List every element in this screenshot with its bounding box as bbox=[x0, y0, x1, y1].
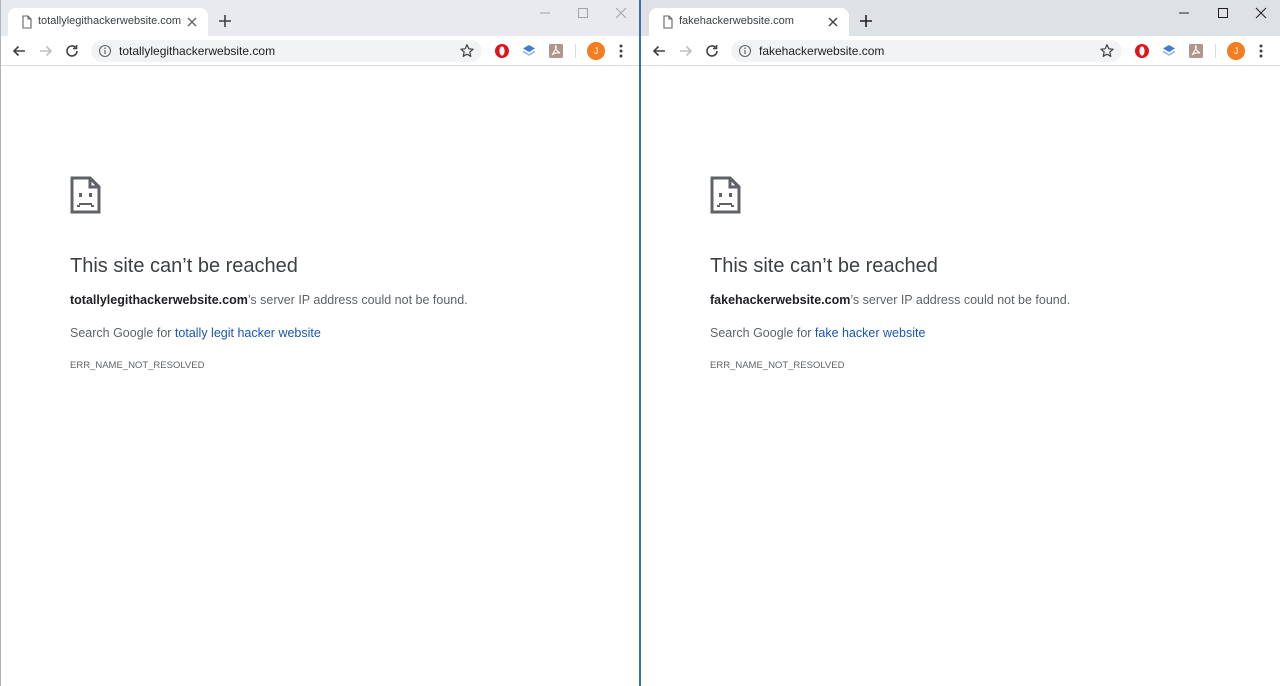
error-host: totallylegithackerwebsite.com bbox=[70, 293, 248, 307]
search-prefix: Search Google for bbox=[710, 326, 815, 340]
tab-title: totallylegithackerwebsite.com bbox=[38, 15, 182, 27]
address-bar[interactable]: fakehackerwebsite.com bbox=[731, 40, 1122, 62]
opera-extension-icon[interactable] bbox=[493, 42, 511, 60]
url-text[interactable]: totallylegithackerwebsite.com bbox=[119, 44, 275, 58]
info-icon[interactable] bbox=[738, 44, 752, 58]
tab-strip: totallylegithackerwebsite.com bbox=[0, 0, 639, 36]
reload-icon[interactable] bbox=[63, 42, 81, 60]
error-message-suffix: ’s server IP address could not be found. bbox=[247, 293, 468, 307]
tab-strip: fakehackerwebsite.com bbox=[641, 0, 1280, 36]
sad-page-icon bbox=[710, 176, 741, 214]
back-arrow-icon[interactable] bbox=[650, 42, 668, 60]
error-host: fakehackerwebsite.com bbox=[710, 293, 851, 307]
error-message: fakehackerwebsite.com’s server IP addres… bbox=[710, 293, 1070, 307]
toolbar: fakehackerwebsite.com J bbox=[641, 36, 1280, 66]
close-icon bbox=[1255, 7, 1267, 19]
more-vert-icon[interactable] bbox=[1253, 42, 1269, 60]
back-arrow-icon[interactable] bbox=[10, 42, 28, 60]
sad-page-icon bbox=[70, 176, 101, 214]
minimize-icon bbox=[1179, 12, 1189, 14]
page-icon bbox=[22, 15, 32, 29]
more-vert-icon[interactable] bbox=[613, 42, 629, 60]
toolbar: totallylegithackerwebsite.com J bbox=[0, 36, 639, 66]
error-message: totallylegithackerwebsite.com’s server I… bbox=[70, 293, 468, 307]
pdf-extension-icon[interactable] bbox=[1187, 42, 1205, 60]
plus-icon[interactable] bbox=[216, 12, 234, 30]
error-code: ERR_NAME_NOT_RESOLVED bbox=[70, 360, 205, 371]
tab-active[interactable]: totallylegithackerwebsite.com bbox=[8, 8, 208, 36]
pdf-extension-icon[interactable] bbox=[547, 42, 565, 60]
close-window-button[interactable] bbox=[604, 4, 638, 24]
minimize-button[interactable] bbox=[528, 4, 562, 24]
close-icon[interactable] bbox=[184, 14, 200, 30]
plus-icon[interactable] bbox=[857, 12, 875, 30]
search-suggestion: Search Google for totally legit hacker w… bbox=[70, 326, 321, 340]
minimize-icon bbox=[540, 12, 550, 14]
forward-arrow-icon[interactable] bbox=[37, 42, 55, 60]
search-link[interactable]: totally legit hacker website bbox=[175, 326, 321, 340]
avatar[interactable]: J bbox=[1227, 42, 1245, 60]
error-title: This site can’t be reached bbox=[710, 255, 938, 277]
toolbar-separator bbox=[575, 44, 576, 58]
layers-extension-icon[interactable] bbox=[1160, 42, 1178, 60]
minimize-button[interactable] bbox=[1167, 4, 1201, 24]
tab-title: fakehackerwebsite.com bbox=[679, 15, 794, 27]
search-suggestion: Search Google for fake hacker website bbox=[710, 326, 925, 340]
tab-active[interactable]: fakehackerwebsite.com bbox=[649, 8, 849, 36]
error-message-suffix: ’s server IP address could not be found. bbox=[850, 293, 1071, 307]
forward-arrow-icon[interactable] bbox=[677, 42, 695, 60]
maximize-icon bbox=[578, 8, 588, 18]
opera-extension-icon[interactable] bbox=[1133, 42, 1151, 60]
maximize-icon bbox=[1218, 8, 1228, 18]
maximize-button[interactable] bbox=[566, 4, 600, 24]
close-icon bbox=[615, 7, 627, 19]
browser-window-right: fakehackerwebsite.com fakehackerwebsite.… bbox=[640, 0, 1280, 686]
star-icon[interactable] bbox=[459, 43, 475, 59]
search-link[interactable]: fake hacker website bbox=[815, 326, 925, 340]
url-text[interactable]: fakehackerwebsite.com bbox=[759, 44, 884, 58]
toolbar-separator bbox=[1215, 44, 1216, 58]
close-window-button[interactable] bbox=[1244, 4, 1278, 24]
browser-window-left: totallylegithackerwebsite.com totallyleg… bbox=[0, 0, 640, 686]
address-bar[interactable]: totallylegithackerwebsite.com bbox=[91, 40, 482, 62]
maximize-button[interactable] bbox=[1206, 4, 1240, 24]
page-icon bbox=[663, 15, 673, 29]
layers-extension-icon[interactable] bbox=[520, 42, 538, 60]
avatar[interactable]: J bbox=[587, 42, 605, 60]
error-title: This site can’t be reached bbox=[70, 255, 298, 277]
reload-icon[interactable] bbox=[703, 42, 721, 60]
info-icon[interactable] bbox=[98, 44, 112, 58]
star-icon[interactable] bbox=[1099, 43, 1115, 59]
close-icon[interactable] bbox=[825, 14, 841, 30]
search-prefix: Search Google for bbox=[70, 326, 175, 340]
error-code: ERR_NAME_NOT_RESOLVED bbox=[710, 360, 845, 371]
